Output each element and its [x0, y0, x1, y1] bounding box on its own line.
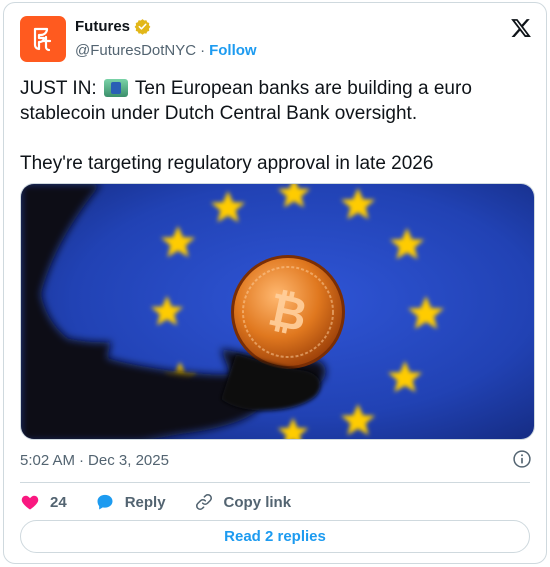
- tweet-image[interactable]: ₿: [20, 183, 535, 440]
- eu-flag-bitcoin-image: ₿: [21, 184, 534, 439]
- separator: ·: [79, 452, 85, 469]
- display-name-text[interactable]: Futures: [75, 18, 130, 35]
- tweet-text: JUST IN: Ten European banks are building…: [20, 76, 530, 176]
- futures-logo-icon: [33, 27, 52, 52]
- reply-label: Reply: [124, 493, 166, 511]
- time[interactable]: 5:02 AM: [20, 452, 75, 469]
- tweet-paragraph-1: JUST IN: Ten European banks are building…: [20, 76, 530, 126]
- info-icon[interactable]: [512, 449, 532, 469]
- timestamp[interactable]: 5:02 AM · Dec 3, 2025: [20, 452, 169, 469]
- read-replies-button[interactable]: Read 2 replies: [20, 520, 530, 553]
- handle[interactable]: @FuturesDotNYC: [75, 42, 196, 59]
- display-name[interactable]: Futures: [75, 18, 151, 35]
- x-logo-icon[interactable]: [510, 17, 532, 39]
- like-count: 24: [50, 493, 67, 511]
- tweet-paragraph-2: They're targeting regulatory approval in…: [20, 153, 434, 174]
- divider: [20, 482, 530, 483]
- reply-bubble-icon: [97, 494, 113, 510]
- copy-link-label: Copy link: [223, 493, 292, 511]
- handle-row: @FuturesDotNYC · Follow: [75, 42, 257, 59]
- copy-link-button[interactable]: Copy link: [194, 492, 292, 512]
- euro-banknote-icon: [104, 79, 128, 97]
- date[interactable]: Dec 3, 2025: [88, 452, 169, 469]
- link-icon: [195, 494, 212, 510]
- tweet-prefix: JUST IN:: [20, 78, 102, 99]
- bitcoin-coin: ₿: [231, 255, 345, 369]
- heart-icon: [21, 495, 39, 510]
- follow-button[interactable]: Follow: [209, 42, 257, 59]
- separator: ·: [200, 42, 206, 59]
- reply-button[interactable]: Reply: [95, 492, 166, 512]
- verified-badge-icon: [134, 19, 151, 35]
- action-bar: 24 Reply Copy link: [20, 490, 319, 514]
- tweet-card: Futures @FuturesDotNYC · Follow JUST IN:…: [3, 2, 547, 564]
- like-button[interactable]: 24: [20, 492, 67, 512]
- avatar[interactable]: [20, 16, 66, 62]
